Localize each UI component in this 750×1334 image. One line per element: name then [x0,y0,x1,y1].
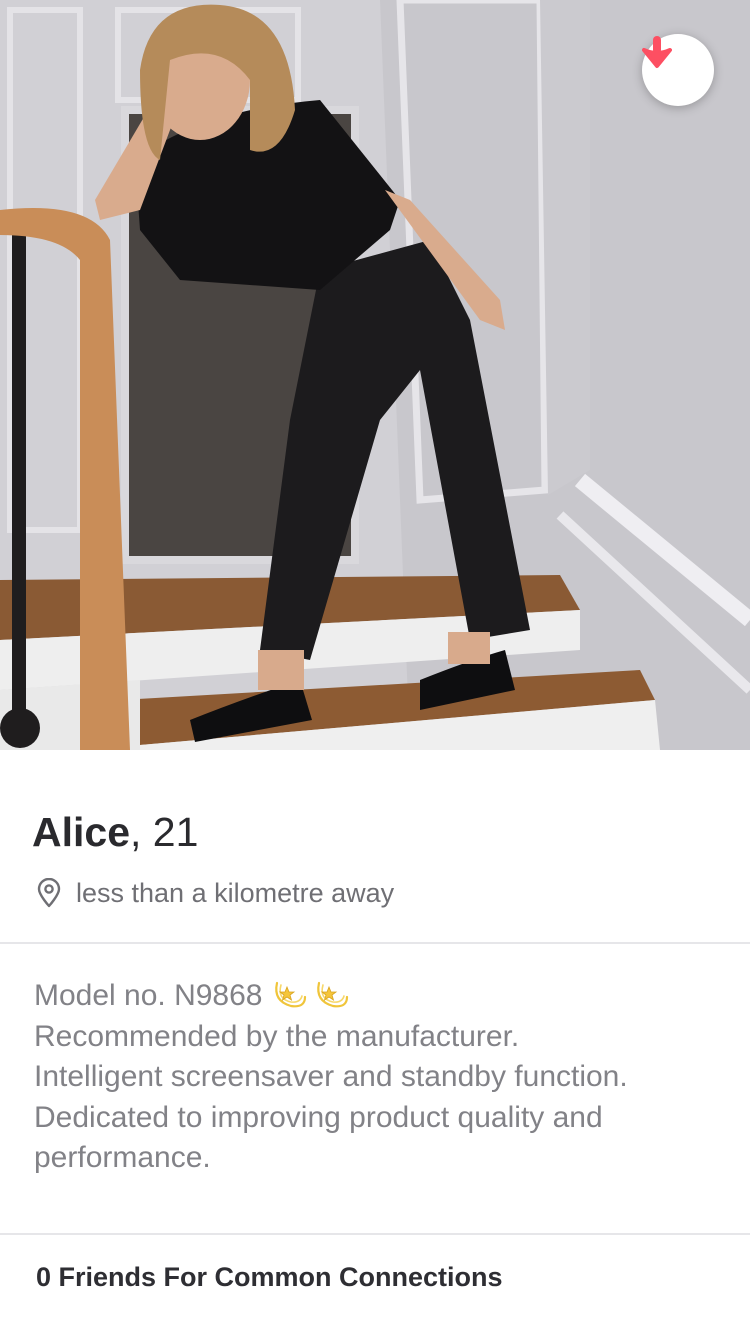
collapse-profile-button[interactable] [642,34,714,106]
profile-header: Alice, 21 less than a kilometre away [0,750,750,943]
dizzy-star-icon [274,981,306,1008]
profile-screen: Alice, 21 less than a kilometre away Mod… [0,0,750,1334]
distance-row: less than a kilometre away [36,878,394,908]
profile-photo[interactable] [0,0,750,750]
profile-age: , 21 [130,809,199,855]
dizzy-emoji-group [271,975,355,1011]
bio-line-1: Model no. N9868 [34,975,724,1017]
location-pin-icon [37,878,61,908]
divider [0,942,750,944]
arrow-down-icon [642,36,672,68]
bio-line-4: Dedicated to improving product quality a… [34,1100,603,1134]
bio-line-5: performance. [34,1141,211,1174]
name-age: Alice, 21 [32,810,198,854]
profile-photo-illustration [0,0,750,750]
bio-text: Model no. N9868 Recommended by the manuf… [34,975,724,1179]
profile-name: Alice [32,809,130,855]
bio-line-2: Recommended by the manufacturer. [34,1019,520,1053]
dizzy-star-icon [316,981,348,1008]
common-connections-heading: 0 Friends For Common Connections [36,1262,503,1292]
bio-line-3: Intelligent screensaver and standby func… [34,1060,628,1093]
distance-text: less than a kilometre away [76,877,395,908]
divider [0,1233,750,1235]
bio-model-text: Model no. N9868 [34,979,263,1012]
